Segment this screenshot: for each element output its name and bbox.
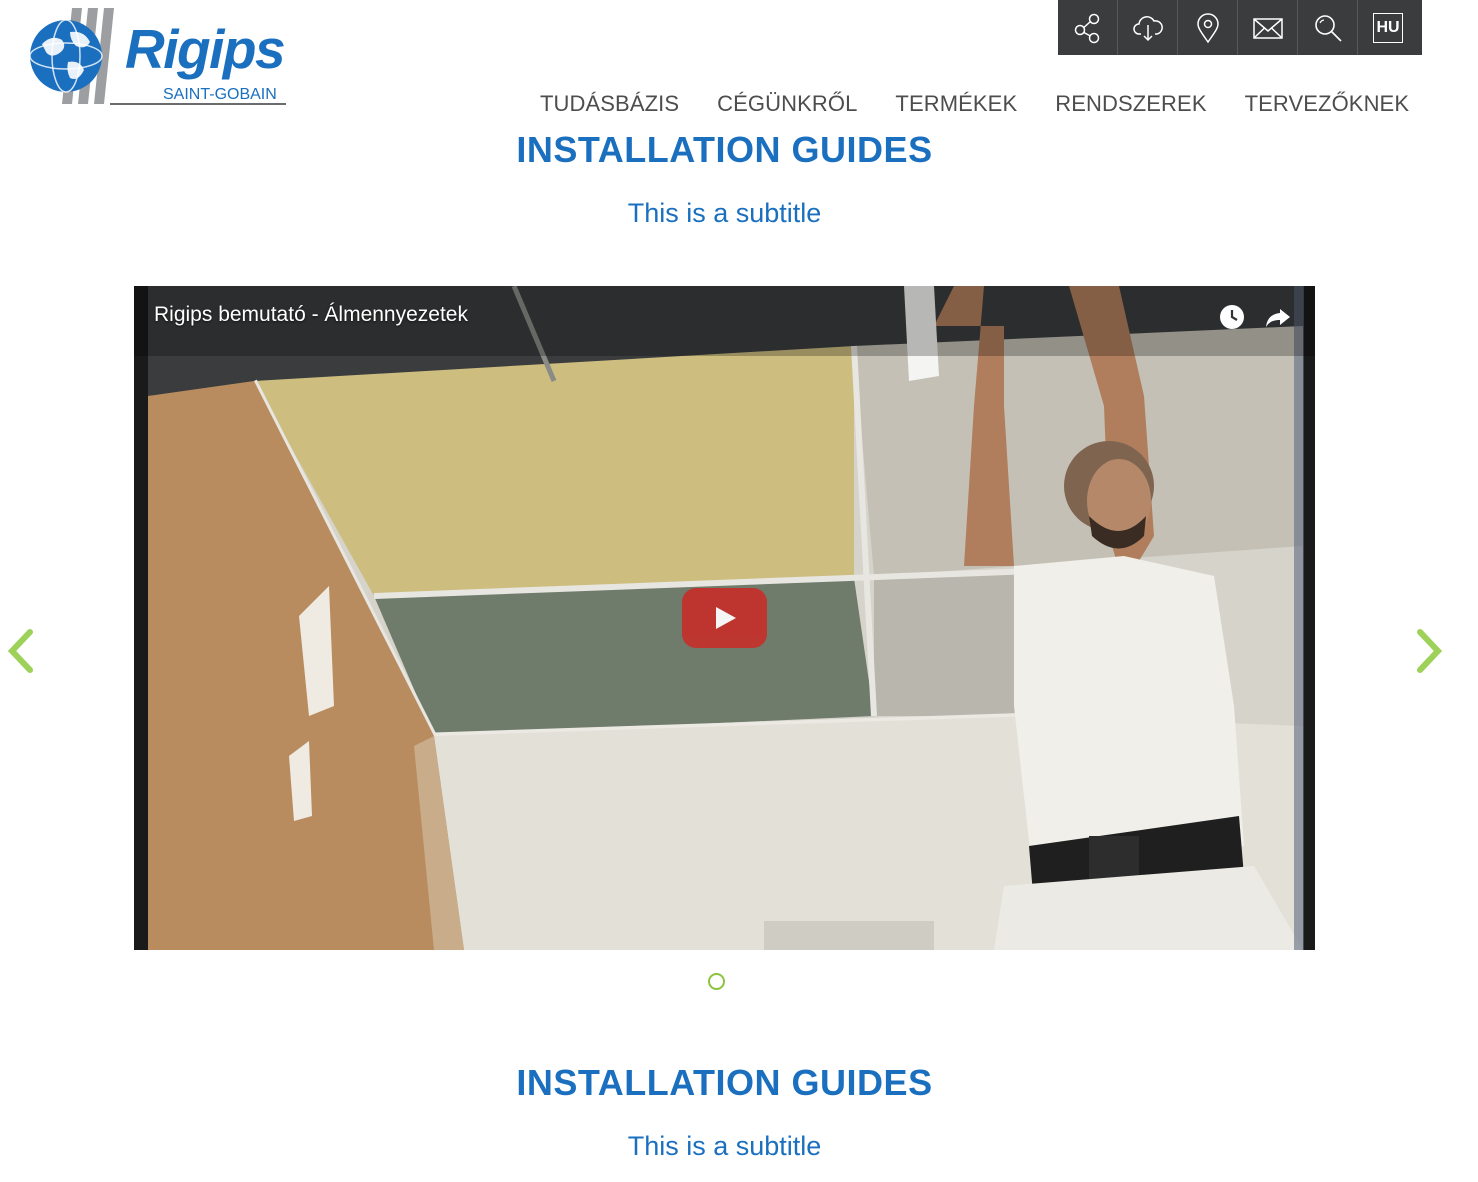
cloud-download-icon [1132,15,1163,41]
section-subtitle: This is a subtitle [627,198,822,228]
nav-item-cegunkrol[interactable]: CÉGÜNKRŐL [717,91,857,117]
section-title-2: INSTALLATION GUIDES [516,1062,933,1103]
share-icon [1074,13,1099,43]
nav-item-termekek[interactable]: TERMÉKEK [895,91,1017,117]
download-button[interactable] [1118,0,1178,55]
nav-item-tudasbazis[interactable]: TUDÁSBÁZIS [540,91,679,117]
mail-icon [1252,17,1283,39]
carousel-dot[interactable] [708,973,725,990]
nav-item-tervezoknek[interactable]: TERVEZŐKNEK [1245,91,1410,117]
language-selector[interactable]: HU [1358,0,1418,55]
nav-item-rendszerek[interactable]: RENDSZEREK [1055,91,1206,117]
section-subtitle-2: This is a subtitle [627,1131,822,1161]
video-title: Rigips bemutató - Álmennyezetek [154,303,468,326]
play-icon [715,607,736,629]
watch-later-icon[interactable] [1217,302,1247,332]
carousel-next-arrow[interactable] [1414,628,1446,674]
locations-button[interactable] [1178,0,1238,55]
share-button[interactable] [1058,0,1118,55]
brand-parent: SAINT-GOBAIN [163,86,277,103]
search-icon [1314,14,1342,42]
share-arrow-icon[interactable] [1263,302,1293,332]
video-player[interactable]: Rigips bemutató - Álmennyezetek [134,286,1315,950]
contact-button[interactable] [1238,0,1298,55]
utility-toolbar: HU [1058,0,1422,55]
brand-name: Rigips [125,18,284,80]
search-button[interactable] [1298,0,1358,55]
rigips-logo[interactable]: Rigips SAINT-GOBAIN [28,4,290,108]
main-navigation: TUDÁSBÁZIS CÉGÜNKRŐL TERMÉKEK RENDSZEREK… [540,91,1409,117]
language-label: HU [1373,12,1403,43]
carousel-prev-arrow[interactable] [4,628,36,674]
section-title: INSTALLATION GUIDES [516,129,933,170]
play-button[interactable] [682,588,767,648]
map-pin-icon [1196,12,1219,43]
